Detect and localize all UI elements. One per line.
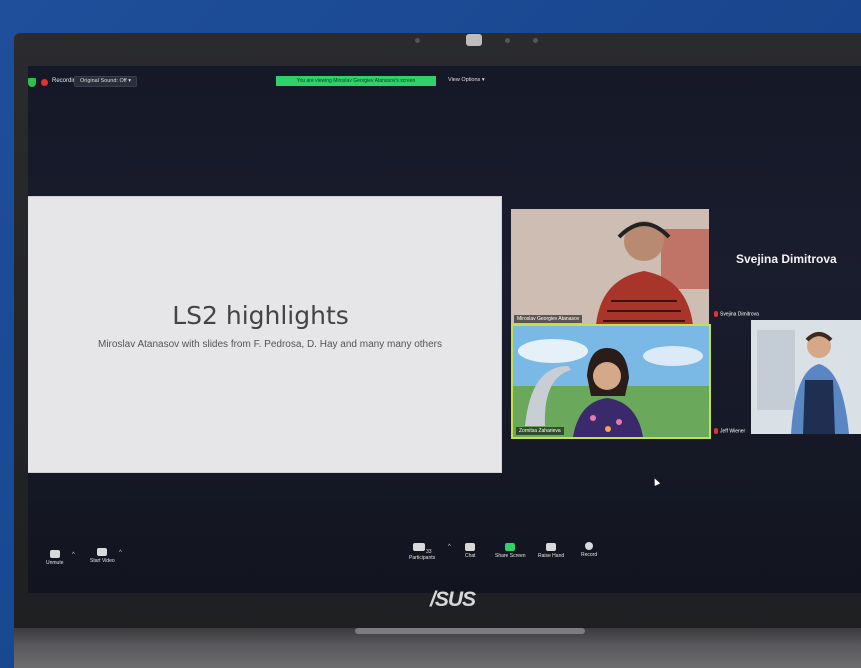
chevron-up-icon[interactable]: ^ bbox=[448, 544, 451, 550]
shield-icon[interactable] bbox=[28, 78, 36, 87]
view-options-button[interactable]: View Options ▾ bbox=[448, 77, 485, 83]
raise-hand-label: Raise Hand bbox=[538, 553, 565, 559]
video-tile-jeff[interactable] bbox=[751, 320, 861, 434]
unmute-label: Unmute bbox=[46, 560, 64, 566]
chevron-up-icon[interactable]: ^ bbox=[72, 552, 75, 558]
participant-video bbox=[513, 326, 709, 437]
record-icon bbox=[585, 542, 594, 550]
webcam-icon bbox=[466, 34, 482, 46]
participants-icon bbox=[412, 543, 425, 551]
share-screen-button[interactable]: Share Screen bbox=[495, 543, 526, 559]
slide-title: LS2 highlights bbox=[172, 301, 349, 330]
indicator-dot bbox=[533, 38, 538, 43]
participant-name-header: Svejina Dimitrova bbox=[736, 252, 837, 266]
record-label: Record bbox=[581, 552, 598, 558]
original-sound-button[interactable]: Original Sound: Off ▾ bbox=[74, 76, 137, 87]
chevron-down-icon: ▾ bbox=[128, 78, 131, 84]
laptop-hinge bbox=[14, 628, 861, 668]
view-options-label: View Options bbox=[448, 77, 481, 83]
share-screen-icon bbox=[505, 543, 516, 551]
zoom-screen: Recording Original Sound: Off ▾ You are … bbox=[28, 66, 861, 593]
chat-button[interactable]: Chat bbox=[465, 543, 476, 559]
participant-name: Miroslav Georgiev Atanasov bbox=[514, 315, 583, 323]
indicator-dot bbox=[505, 38, 510, 43]
chat-icon bbox=[465, 543, 476, 551]
meeting-toolbar: Unmute ^ Start Video ^ 33 Participants ^… bbox=[28, 542, 861, 584]
participant-video bbox=[751, 320, 861, 434]
raise-hand-button[interactable]: Raise Hand bbox=[538, 543, 564, 559]
start-video-label: Start Video bbox=[90, 558, 115, 564]
participants-button[interactable]: 33 Participants bbox=[409, 543, 435, 561]
chevron-up-icon[interactable]: ^ bbox=[119, 550, 122, 556]
video-tile-zornitsa[interactable]: Zornitsa Zaharieva bbox=[511, 324, 711, 439]
slide-subtitle: Miroslav Atanasov with slides from F. Pe… bbox=[97, 339, 443, 350]
participant-name: Zornitsa Zaharieva bbox=[516, 427, 564, 435]
indicator-dot bbox=[415, 38, 420, 43]
participant-name-tag: Svejina Dimitrova bbox=[714, 311, 759, 317]
asus-logo: /SUS bbox=[430, 588, 476, 611]
start-video-button[interactable]: Start Video bbox=[90, 548, 115, 564]
video-tile-miroslav[interactable]: Miroslav Georgiev Atanasov bbox=[511, 209, 709, 325]
chat-label: Chat bbox=[465, 553, 476, 559]
participants-count-row: 33 bbox=[409, 543, 435, 555]
participant-name-tag: Jeff Wiener bbox=[714, 428, 745, 434]
chevron-down-icon: ▾ bbox=[481, 77, 485, 83]
recording-icon bbox=[41, 79, 48, 86]
muted-mic-icon bbox=[714, 428, 718, 434]
participants-label: Participants bbox=[409, 555, 436, 561]
viewing-screen-banner: You are viewing Miroslav Georgiev Atanas… bbox=[276, 76, 436, 86]
original-sound-label: Original Sound: Off bbox=[80, 78, 127, 84]
raise-hand-icon bbox=[546, 543, 557, 551]
video-camera-icon bbox=[97, 548, 108, 556]
muted-mic-icon bbox=[714, 311, 718, 317]
participant-video bbox=[511, 209, 709, 325]
meeting-topbar: Recording Original Sound: Off ▾ You are … bbox=[28, 76, 861, 92]
share-screen-label: Share Screen bbox=[495, 553, 526, 559]
mic-muted-icon bbox=[49, 550, 60, 558]
unmute-button[interactable]: Unmute bbox=[46, 550, 64, 566]
mouse-cursor-icon bbox=[651, 477, 661, 486]
record-button[interactable]: Record bbox=[581, 542, 597, 558]
hinge-slot bbox=[355, 628, 585, 634]
shared-slide: LS2 highlights Miroslav Atanasov with sl… bbox=[28, 197, 501, 472]
